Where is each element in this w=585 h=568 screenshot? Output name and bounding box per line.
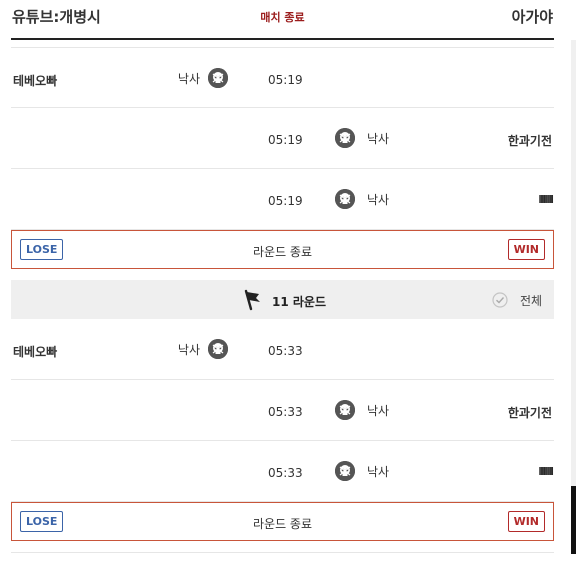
event-player-right: lllllllllllll xyxy=(538,465,554,478)
event-row: 05:19 낙사 lllllllllllll xyxy=(11,169,554,230)
divider xyxy=(11,552,554,553)
flag-icon xyxy=(242,289,264,315)
event-player-right: 한과기전 xyxy=(507,406,552,420)
skull-icon xyxy=(208,339,228,359)
team-right-name: 아가야 xyxy=(511,8,553,26)
event-row: 테베오빠 낙사 05:33 xyxy=(11,319,554,380)
skull-icon xyxy=(208,68,228,88)
win-badge: WIN xyxy=(507,511,545,532)
scrollbar-track[interactable] xyxy=(571,40,576,554)
event-action-right: 낙사 xyxy=(367,404,390,418)
win-badge: WIN xyxy=(507,239,545,260)
event-row: 05:19 낙사 한과기전 xyxy=(11,108,554,169)
event-time: 05:33 xyxy=(268,405,303,419)
event-row: 05:33 낙사 lllllllllllll xyxy=(11,441,554,502)
match-log: 테베오빠 낙사 05:19 05:19 낙사 한과기전 05:19 낙사 lll… xyxy=(11,47,554,553)
round-end-summary: LOSE 라운드 종료 WIN xyxy=(11,502,554,541)
round-end-summary: LOSE 라운드 종료 WIN xyxy=(11,230,554,269)
round-header: 11 라운드 전체 xyxy=(11,280,554,319)
match-header: 유튜브:개병시 매치 종료 아가야 xyxy=(11,0,554,40)
event-action-right: 낙사 xyxy=(367,465,390,479)
filter-all-label[interactable]: 전체 xyxy=(520,292,542,309)
match-status: 매치 종료 xyxy=(260,11,305,24)
skull-icon xyxy=(335,461,355,481)
event-row: 05:33 낙사 한과기전 xyxy=(11,380,554,441)
event-player-left: 테베오빠 xyxy=(13,74,58,88)
event-time: 05:33 xyxy=(268,466,303,480)
skull-icon xyxy=(335,189,355,209)
event-player-left: 테베오빠 xyxy=(13,345,58,359)
event-time: 05:19 xyxy=(268,194,303,208)
event-action-left: 낙사 xyxy=(177,343,200,357)
check-circle-icon[interactable] xyxy=(492,292,508,312)
event-time: 05:19 xyxy=(268,73,303,87)
event-action-right: 낙사 xyxy=(367,193,390,207)
skull-icon xyxy=(335,128,355,148)
round-end-label: 라운드 종료 xyxy=(252,517,312,531)
event-time: 05:33 xyxy=(268,344,303,358)
event-action-right: 낙사 xyxy=(367,132,390,146)
event-action-left: 낙사 xyxy=(177,72,200,86)
skull-icon xyxy=(335,400,355,420)
event-player-right: 한과기전 xyxy=(507,134,552,148)
scrollbar-thumb[interactable] xyxy=(571,486,576,554)
round-end-label: 라운드 종료 xyxy=(252,245,312,259)
event-time: 05:19 xyxy=(268,133,303,147)
event-player-right: lllllllllllll xyxy=(538,193,554,206)
round-label: 11 라운드 xyxy=(272,295,326,309)
event-row: 테베오빠 낙사 05:19 xyxy=(11,47,554,108)
